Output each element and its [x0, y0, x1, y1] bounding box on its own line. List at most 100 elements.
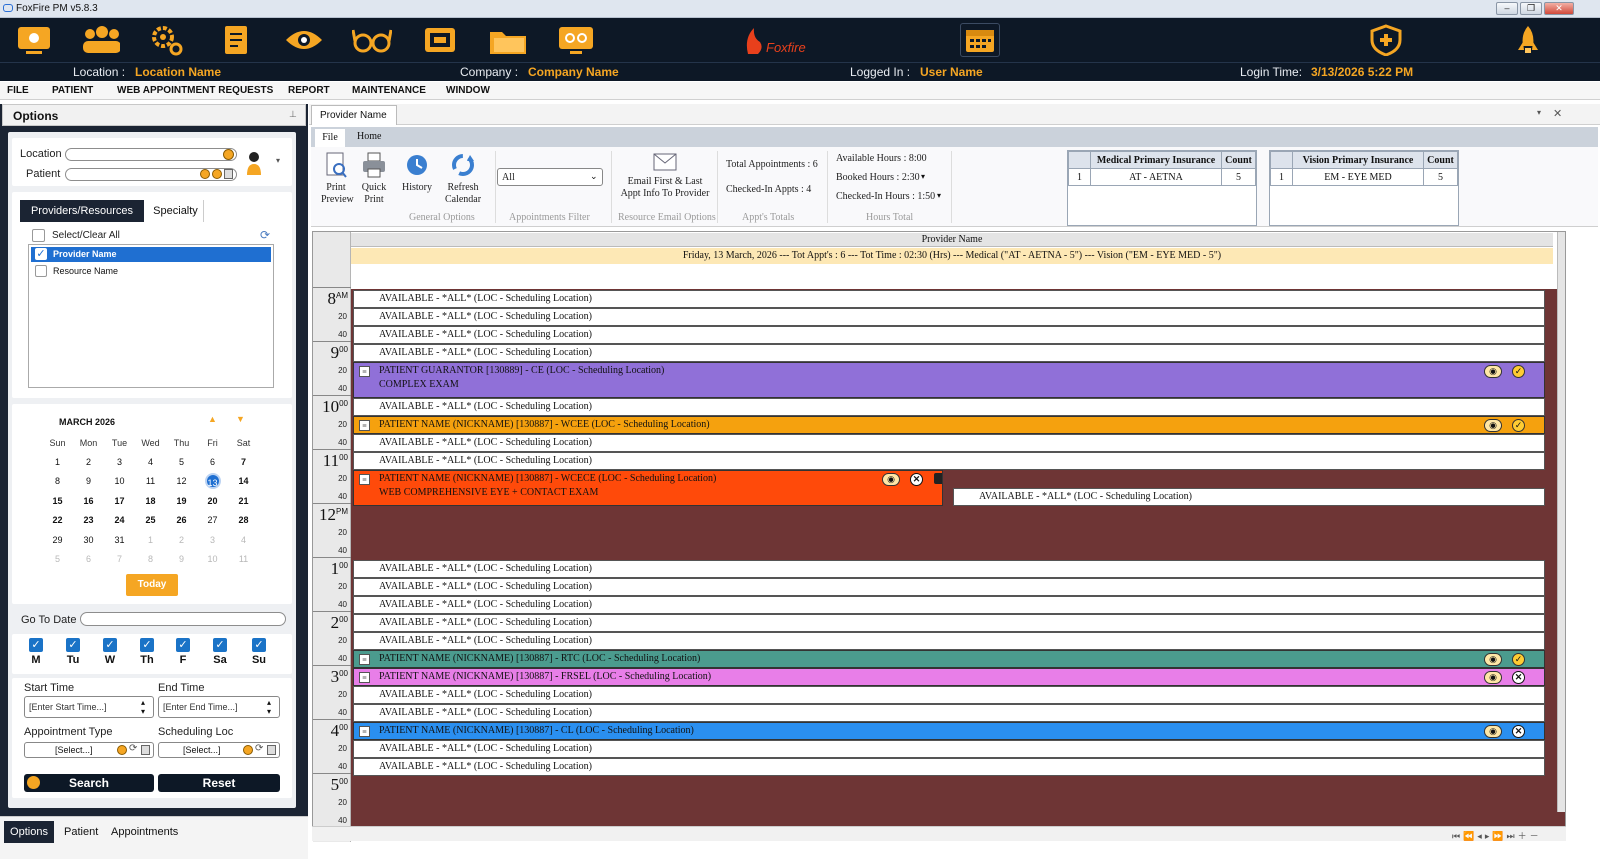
calendar-cell[interactable]: 7: [104, 550, 135, 570]
settings-gear-icon[interactable]: [146, 22, 186, 58]
calendar-cell[interactable]: 6: [197, 452, 228, 472]
calendar-day[interactable]: 2: [179, 535, 184, 545]
calendar-cell[interactable]: 21: [228, 491, 259, 511]
calendar-day[interactable]: 24: [114, 515, 124, 525]
calendar-day[interactable]: 5: [55, 554, 60, 564]
tab-providers-resources[interactable]: Providers/Resources: [20, 200, 144, 222]
reports-document-icon[interactable]: [216, 22, 256, 58]
calendar-cell[interactable]: 27: [197, 511, 228, 531]
calendar-day[interactable]: 16: [83, 496, 93, 506]
available-slot[interactable]: AVAILABLE - *ALL* (LOC - Scheduling Loca…: [353, 632, 1545, 650]
minimize-button[interactable]: –: [1496, 2, 1518, 15]
checked-in-hours[interactable]: Checked-In Hours : 1:50: [836, 191, 935, 202]
calendar-cell[interactable]: 9: [73, 472, 104, 492]
calendar-cell[interactable]: 18: [135, 491, 166, 511]
available-slot[interactable]: AVAILABLE - *ALL* (LOC - Scheduling Loca…: [353, 344, 1545, 362]
calendar-cell[interactable]: 7: [228, 452, 259, 472]
appointment-block[interactable]: ≡ PATIENT NAME (NICKNAME) [130887] - RTC…: [353, 650, 1545, 668]
calendar-day[interactable]: 29: [52, 535, 62, 545]
calendar-day[interactable]: 10: [114, 476, 124, 486]
close-tab-icon[interactable]: ✕: [1553, 107, 1562, 120]
calendar-cell[interactable]: 9: [166, 550, 197, 570]
calendar-day[interactable]: 4: [241, 535, 246, 545]
available-slot[interactable]: AVAILABLE - *ALL* (LOC - Scheduling Loca…: [353, 560, 1545, 578]
billing-icon[interactable]: [420, 22, 460, 58]
appointment-block[interactable]: ≡ PATIENT NAME (NICKNAME) [130887] - WCE…: [353, 470, 943, 506]
sched-loc-clear-icon[interactable]: [267, 745, 276, 755]
pin-icon[interactable]: ⊥: [289, 109, 297, 120]
weekday-checkbox[interactable]: ✓: [252, 638, 266, 652]
calendar-day[interactable]: 27: [207, 515, 217, 525]
calendar-cell[interactable]: 2: [73, 452, 104, 472]
schedule-vertical-scrollbar[interactable]: [1557, 232, 1565, 812]
booked-hours[interactable]: Booked Hours : 2:30: [836, 172, 920, 183]
calendar-day[interactable]: 4: [148, 457, 153, 467]
optical-screen-icon[interactable]: [556, 22, 596, 58]
search-button[interactable]: Search: [24, 774, 154, 792]
view-eye-icon[interactable]: ◉: [1484, 419, 1502, 432]
calendar-cell[interactable]: 31: [104, 530, 135, 550]
close-button[interactable]: ✕: [1544, 2, 1574, 15]
calendar-cell[interactable]: 3: [197, 530, 228, 550]
calendar-day[interactable]: 26: [176, 515, 186, 525]
calendar-day[interactable]: 12: [176, 476, 186, 486]
record-navigation-icons[interactable]: ⏮⏪◂▸⏩⏭＋－: [1452, 829, 1542, 842]
eye-exam-icon[interactable]: [284, 22, 324, 58]
calendar-day[interactable]: 21: [238, 496, 248, 506]
available-slot[interactable]: AVAILABLE - *ALL* (LOC - Scheduling Loca…: [353, 704, 1545, 722]
calendar-cell[interactable]: 3: [104, 452, 135, 472]
calendar-day[interactable]: 9: [179, 554, 184, 564]
refresh-calendar-button[interactable]: Refresh Calendar: [441, 151, 485, 213]
calendar-day[interactable]: 23: [83, 515, 93, 525]
location-dropdown-icon[interactable]: [223, 149, 234, 160]
calendar-day[interactable]: 31: [114, 535, 124, 545]
filter-chevron-down-icon[interactable]: ⌄: [590, 171, 598, 182]
available-slot[interactable]: AVAILABLE - *ALL* (LOC - Scheduling Loca…: [353, 740, 1545, 758]
next-month-icon[interactable]: ▼: [236, 414, 245, 424]
appointments-filter-select[interactable]: All ⌄: [497, 168, 603, 186]
menu-file[interactable]: FILE: [7, 85, 29, 96]
patients-icon[interactable]: [80, 22, 120, 58]
available-slot[interactable]: AVAILABLE - *ALL* (LOC - Scheduling Loca…: [353, 578, 1545, 596]
appt-type-refresh-icon[interactable]: ⟳: [129, 743, 137, 754]
resource-checkbox[interactable]: [35, 265, 47, 277]
calendar-cell[interactable]: 20: [197, 491, 228, 511]
available-slot[interactable]: AVAILABLE - *ALL* (LOC - Scheduling Loca…: [353, 308, 1545, 326]
calendar-cell[interactable]: 1: [42, 452, 73, 472]
patient-refresh-icon[interactable]: [212, 169, 222, 179]
calendar-day[interactable]: 20: [207, 496, 217, 506]
calendar-day[interactable]: 9: [86, 476, 91, 486]
tab-patient[interactable]: Patient: [64, 826, 98, 838]
appointment-block[interactable]: ≡ PATIENT GUARANTOR [130889] - CE (LOC -…: [353, 362, 1545, 398]
scheduling-loc-select[interactable]: [Select...] ⟳: [158, 742, 280, 758]
calendar-day[interactable]: 7: [241, 457, 246, 467]
end-time-spinner-icon[interactable]: ▴ ▾: [267, 698, 271, 716]
calendar-day[interactable]: 18: [145, 496, 155, 506]
checked-hours-dropdown-icon[interactable]: ▾: [937, 191, 941, 200]
calendar-day[interactable]: 2: [86, 457, 91, 467]
calendar-day[interactable]: 28: [238, 515, 248, 525]
calendar-cell[interactable]: 15: [42, 491, 73, 511]
calendar-cell[interactable]: 5: [166, 452, 197, 472]
view-eye-icon[interactable]: ◉: [1484, 653, 1502, 666]
start-time-spinner-icon[interactable]: ▴ ▾: [141, 698, 145, 716]
checked-in-icon[interactable]: ✓: [1512, 365, 1525, 378]
calendar-day-selected[interactable]: 13: [204, 473, 221, 490]
calendar-day[interactable]: 11: [146, 476, 155, 486]
calendar-cell[interactable]: 23: [73, 511, 104, 531]
calendar-cell[interactable]: 25: [135, 511, 166, 531]
menu-report[interactable]: REPORT: [288, 85, 330, 96]
rocket-icon[interactable]: [1508, 22, 1548, 58]
list-item-provider[interactable]: ✓ Provider Name: [31, 247, 271, 262]
calendar-cell[interactable]: 22: [42, 511, 73, 531]
sched-loc-lookup-icon[interactable]: [243, 745, 253, 755]
calendar-cell[interactable]: 13: [197, 472, 228, 492]
calendar-cell[interactable]: 16: [73, 491, 104, 511]
weekday-checkbox[interactable]: ✓: [66, 638, 80, 652]
insurance-shield-icon[interactable]: [1366, 22, 1406, 58]
menu-patient[interactable]: PATIENT: [52, 85, 93, 96]
ribbon-tab-file[interactable]: File: [315, 129, 345, 147]
calendar-icon[interactable]: [960, 23, 1000, 57]
appointment-block[interactable]: ≡ PATIENT NAME (NICKNAME) [130887] - FRS…: [353, 668, 1545, 686]
available-slot[interactable]: AVAILABLE - *ALL* (LOC - Scheduling Loca…: [353, 398, 1545, 416]
